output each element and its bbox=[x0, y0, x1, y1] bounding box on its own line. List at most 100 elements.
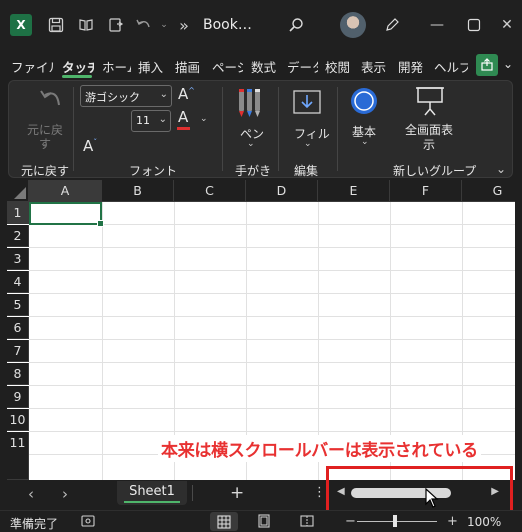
highlight-box bbox=[326, 466, 513, 516]
sheet-prev-icon[interactable]: ‹ bbox=[28, 485, 34, 503]
tab-touch[interactable]: タッチ bbox=[62, 57, 94, 76]
group-divider bbox=[222, 87, 223, 171]
sheet-next-icon[interactable]: › bbox=[62, 485, 68, 503]
ribbon-collapse-icon[interactable]: ⌄ bbox=[496, 162, 506, 176]
touch-mode-icon[interactable] bbox=[104, 13, 128, 37]
tab-view[interactable]: 表示 bbox=[361, 57, 389, 76]
fill-icon[interactable] bbox=[292, 89, 322, 120]
tab-data[interactable]: データ bbox=[287, 57, 318, 76]
active-cell-a1[interactable] bbox=[29, 202, 104, 227]
font-color-icon[interactable]: A bbox=[178, 108, 188, 126]
status-text: 準備完了 bbox=[10, 517, 59, 531]
shrink-font-icon[interactable]: Aˇ bbox=[83, 137, 97, 155]
row-header-6[interactable]: 6 bbox=[7, 317, 29, 339]
group-divider bbox=[73, 87, 74, 171]
presentation-icon[interactable] bbox=[414, 85, 446, 120]
zoom-level[interactable]: 100% bbox=[467, 515, 501, 529]
accessibility-icon[interactable] bbox=[81, 514, 95, 532]
font-size-value: 11 bbox=[136, 114, 150, 127]
add-sheet-button[interactable]: + bbox=[230, 483, 244, 503]
font-name-select[interactable]: 游ゴシック ⌄ bbox=[80, 85, 172, 107]
tab-draw[interactable]: 描画 bbox=[175, 57, 203, 76]
fullscreen-button[interactable]: 全画面表示 bbox=[404, 123, 454, 153]
row-header-9[interactable]: 9 bbox=[7, 386, 29, 408]
column-header-d[interactable]: D bbox=[246, 180, 318, 202]
tab-developer[interactable]: 開発 bbox=[398, 57, 426, 76]
zoom-slider-track[interactable] bbox=[357, 521, 437, 522]
minimize-icon[interactable]: — bbox=[425, 13, 449, 37]
row-header-4[interactable]: 4 bbox=[7, 271, 29, 293]
close-icon[interactable]: ✕ bbox=[495, 13, 519, 37]
pen-icon[interactable] bbox=[237, 85, 263, 124]
row-header-10[interactable]: 10 bbox=[7, 409, 29, 431]
tab-home[interactable]: ホーム bbox=[102, 57, 131, 76]
basic-icon[interactable] bbox=[349, 86, 379, 121]
group-label-ink: 手がき bbox=[235, 164, 272, 178]
zoom-in-button[interactable]: + bbox=[447, 514, 458, 529]
tab-file[interactable]: ファイル bbox=[11, 57, 55, 76]
font-name-value: 游ゴシック bbox=[85, 91, 140, 104]
status-bar: 準備完了 − + 100% bbox=[0, 510, 522, 532]
ribbon: 元に戻す ⌄ 元に戻す 游ゴシック ⌄ A^ 11 ⌄ A ⌄ Aˇ フォント … bbox=[8, 80, 513, 178]
zoom-out-button[interactable]: − bbox=[345, 514, 356, 529]
chevron-down-icon[interactable]: ⌄ bbox=[247, 139, 255, 149]
book-icon[interactable] bbox=[74, 13, 98, 37]
save-icon[interactable] bbox=[44, 13, 68, 37]
group-label-font: フォント bbox=[129, 164, 178, 178]
zoom-slider-thumb[interactable] bbox=[393, 515, 397, 527]
column-header-f[interactable]: F bbox=[390, 180, 462, 202]
annotation-text: 本来は横スクロールバーは表示されている bbox=[158, 435, 481, 462]
row-header-2[interactable]: 2 bbox=[7, 225, 29, 247]
chevron-down-icon[interactable]: ⌄ bbox=[200, 114, 208, 124]
row-header-11[interactable]: 11 bbox=[7, 432, 29, 480]
row-header-3[interactable]: 3 bbox=[7, 248, 29, 270]
mouse-cursor-icon bbox=[425, 487, 439, 511]
tab-formulas[interactable]: 数式 bbox=[251, 57, 279, 76]
chevron-down-icon: ⌄ bbox=[159, 89, 168, 100]
font-color-swatch bbox=[177, 127, 190, 130]
chevron-down-icon[interactable]: ⌄ bbox=[304, 139, 312, 149]
column-header-b[interactable]: B bbox=[102, 180, 174, 202]
row-header-5[interactable]: 5 bbox=[7, 294, 29, 316]
undo-icon[interactable] bbox=[37, 85, 65, 118]
chevron-down-icon[interactable]: ⌄ bbox=[40, 139, 48, 149]
select-all-corner[interactable] bbox=[7, 180, 29, 202]
grow-font-icon[interactable]: A^ bbox=[178, 85, 195, 103]
overflow-icon[interactable]: » bbox=[172, 13, 196, 37]
maximize-icon[interactable] bbox=[462, 13, 486, 37]
column-header-g[interactable]: G bbox=[462, 180, 515, 202]
tab-insert[interactable]: 挿入 bbox=[138, 57, 166, 76]
row-header-7[interactable]: 7 bbox=[7, 340, 29, 362]
fill-button[interactable]: フィル bbox=[294, 125, 330, 142]
excel-icon: X bbox=[10, 14, 32, 36]
view-page-break-icon[interactable] bbox=[300, 514, 314, 532]
active-tab-indicator bbox=[62, 75, 92, 78]
group-label-new: 新しいグループ bbox=[393, 164, 477, 178]
group-label-undo: 元に戻す bbox=[21, 164, 70, 178]
column-header-e[interactable]: E bbox=[318, 180, 390, 202]
font-size-select[interactable]: 11 ⌄ bbox=[131, 110, 171, 132]
view-normal-button[interactable] bbox=[210, 512, 238, 531]
chevron-down-icon[interactable]: ⌄ bbox=[503, 57, 513, 71]
active-sheet-indicator bbox=[124, 501, 180, 503]
share-button[interactable] bbox=[476, 54, 498, 76]
group-label-edit: 編集 bbox=[294, 164, 319, 178]
chevron-down-icon: ⌄ bbox=[158, 114, 167, 125]
tab-help[interactable]: ヘルプ bbox=[434, 57, 468, 76]
row-header-8[interactable]: 8 bbox=[7, 363, 29, 385]
search-icon[interactable] bbox=[284, 13, 308, 37]
column-header-c[interactable]: C bbox=[174, 180, 246, 202]
avatar[interactable] bbox=[340, 12, 366, 38]
tab-review[interactable]: 校閲 bbox=[325, 57, 353, 76]
chevron-down-icon[interactable]: ⌄ bbox=[361, 137, 369, 147]
tab-page[interactable]: ページ bbox=[212, 57, 243, 76]
window-title: Book… bbox=[203, 17, 252, 33]
column-header-a[interactable]: A bbox=[29, 180, 102, 202]
title-bar: X ⌄ » Book… — ✕ bbox=[0, 0, 522, 50]
view-page-layout-icon[interactable] bbox=[257, 514, 271, 532]
pen-icon[interactable] bbox=[380, 13, 404, 37]
group-divider bbox=[337, 87, 338, 171]
row-header-1[interactable]: 1 bbox=[7, 202, 29, 224]
group-divider bbox=[278, 87, 279, 171]
more-options-icon[interactable]: ⋮ bbox=[313, 485, 326, 500]
